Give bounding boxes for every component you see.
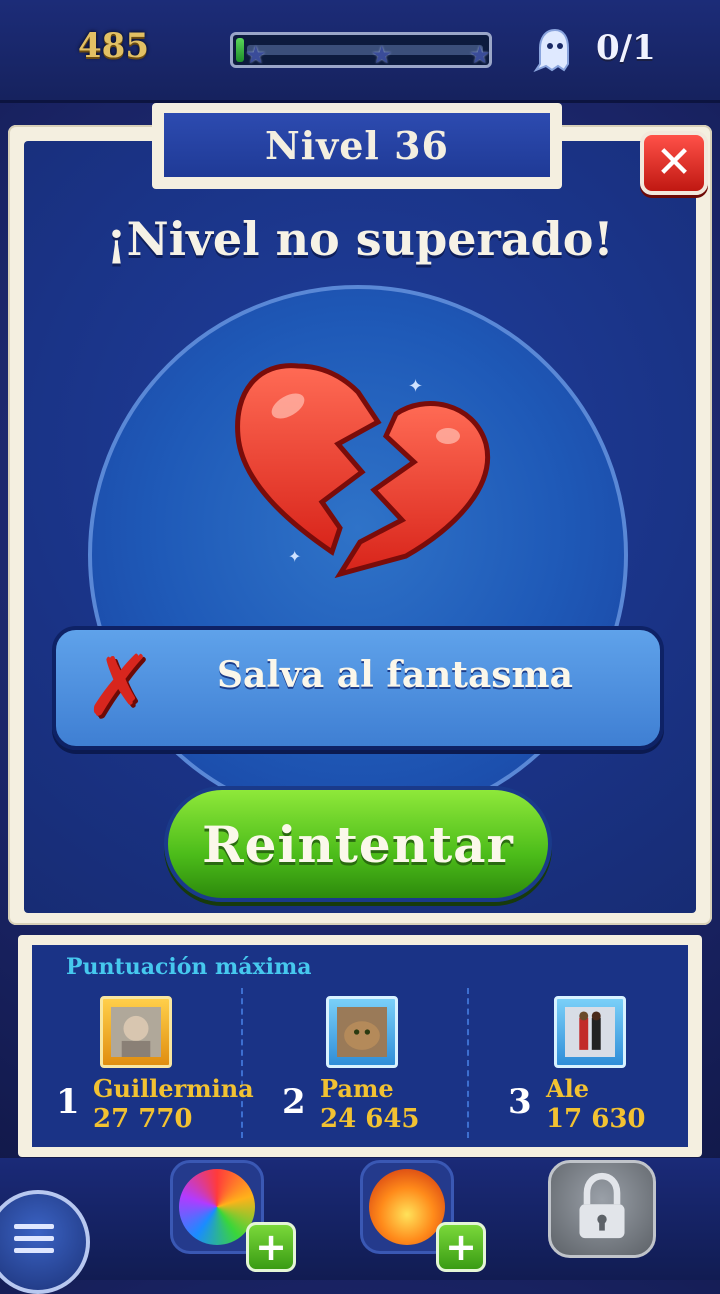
player-name: Guillermina [93,1074,254,1103]
close-icon: ✕ [655,137,693,188]
leaderboard-divider [241,988,243,1138]
close-button[interactable]: ✕ [640,131,708,195]
svg-text:✦: ✦ [288,547,301,566]
avatar[interactable] [100,996,172,1068]
leaderboard-divider [467,988,469,1138]
rainbow-ball-icon [179,1169,255,1245]
player-score: 17 630 [546,1104,646,1134]
padlock-icon [579,1172,625,1239]
rank-number: 2 [282,1082,306,1122]
retry-button[interactable]: Reintentar [164,786,552,902]
add-booster-button[interactable]: + [436,1222,486,1272]
svg-text:✦: ✦ [408,376,423,397]
retry-button-label: Reintentar [202,814,514,874]
add-booster-button[interactable]: + [246,1222,296,1272]
progress-fill [236,38,244,62]
ghost-icon [533,28,569,73]
menu-icon [14,1224,54,1260]
leaderboard-title: Puntuación máxima [66,954,312,980]
fire-ball-icon [369,1169,445,1245]
avatar[interactable] [554,996,626,1068]
progress-track [247,45,483,55]
score-progress-bar: ★ ★ ★ [230,32,492,68]
level-title: Nivel 36 [164,113,550,177]
locked-booster-slot[interactable] [548,1160,656,1258]
failed-x-icon: ✗ [84,637,155,735]
score-counter: 485 [78,26,149,66]
ghost-goal-counter: 0/1 [596,28,656,68]
avatar-photo [111,1007,161,1057]
player-name: Pame [320,1074,394,1103]
goal-text: Salva al fantasma [217,654,573,696]
avatar-photo [337,1007,387,1057]
dialog-headline: ¡Nivel no superado! [106,212,614,266]
star-icon: ★ [245,41,267,69]
level-title-plate: Nivel 36 [152,103,562,189]
star-icon: ★ [469,41,491,69]
player-name: Ale [546,1074,590,1103]
rank-number: 3 [508,1082,532,1122]
player-score: 27 770 [93,1104,193,1134]
broken-heart-icon: ✦ ✦ [235,363,490,579]
top-hud: 485 ★ ★ ★ 0/1 [0,0,720,103]
avatar-photo [565,1007,615,1057]
rank-number: 1 [56,1082,80,1122]
player-score: 24 645 [320,1104,420,1134]
avatar[interactable] [326,996,398,1068]
star-icon: ★ [371,41,393,69]
